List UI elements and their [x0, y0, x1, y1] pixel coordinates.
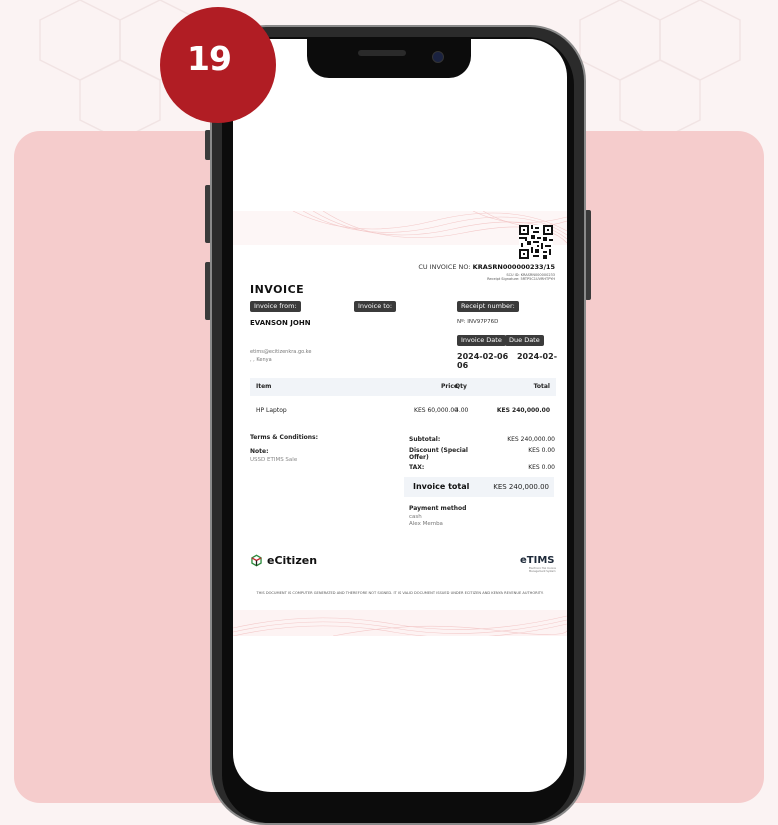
camera-icon: [432, 51, 444, 63]
invoice-date-tag: Invoice Date: [457, 335, 506, 346]
invoice-to-tag: Invoice to:: [354, 301, 397, 312]
invoice-from-tag: Invoice from:: [250, 301, 301, 312]
subtotal-label: Subtotal:: [409, 436, 441, 443]
payer-name: Alex Memba: [409, 521, 443, 527]
discount-value: KES 0.00: [528, 447, 555, 454]
subtotal-value: KES 240,000.00: [507, 436, 555, 443]
note-value: USSD ETIMS Sale: [250, 457, 298, 463]
cu-invoice-number: CU INVOICE NO: KRASRN000000233/15: [418, 263, 555, 271]
col-qty: Qty: [455, 383, 467, 390]
ecitizen-logo-icon: [251, 554, 262, 567]
payment-method-value: cash: [409, 514, 422, 520]
table-row: HP Laptop KES 60,000.00 4.00 KES 240,000…: [250, 402, 556, 418]
from-location: , , Kenya: [250, 357, 272, 363]
note-label: Note:: [250, 448, 269, 455]
scu-info: SCU ID: KRASRN000000233 Receipt Signatur…: [487, 273, 555, 281]
items-table-header: Item Price Qty Total: [250, 378, 556, 396]
cu-invoice-label: CU INVOICE NO:: [418, 263, 471, 271]
col-item: Item: [256, 383, 272, 390]
cu-invoice-value: KRASRN000000233/15: [472, 263, 555, 271]
terms-label: Terms & Conditions:: [250, 434, 318, 441]
invoice-title: INVOICE: [250, 283, 305, 296]
phone-notch: [307, 37, 471, 78]
items-table: Item Price Qty Total HP Laptop KES 60,00…: [250, 378, 556, 423]
row-item: HP Laptop: [256, 407, 287, 414]
tax-value: KES 0.00: [528, 464, 555, 471]
discount-label: Discount (Special Offer): [409, 447, 468, 461]
tax-label: TAX:: [409, 464, 425, 471]
receipt-number-tag: Receipt number:: [457, 301, 519, 312]
invoice-date-value: 2024-02-06: [457, 352, 509, 361]
row-price: KES 60,000.00: [414, 407, 458, 414]
step-badge: 19: [160, 7, 276, 123]
speaker-grille: [358, 50, 406, 56]
invoice-from-contact: etims@ecitizenkra.go.ke , , Kenya: [250, 348, 311, 364]
col-total: Total: [533, 383, 550, 390]
step-number: 19: [187, 38, 232, 78]
from-email: etims@ecitizenkra.go.ke: [250, 349, 312, 355]
row-total: KES 240,000.00: [496, 407, 550, 414]
etims-subtitle: Electronic Tax Invoice Management System: [529, 567, 556, 573]
invoice-from-name: EVANSON JOHN: [250, 319, 311, 327]
invoice-document[interactable]: CU INVOICE NO: KRASRN000000233/15 SCU ID…: [233, 211, 567, 636]
payment-method-label: Payment method: [409, 505, 467, 512]
payment-method-details: cash Alex Memba: [409, 514, 443, 528]
invoice-dates: 2024-02-06 2024-02-06: [457, 352, 567, 370]
invoice-total-box: Invoice total KES 240,000.00: [404, 477, 554, 497]
bottom-wave-decoration: [233, 610, 567, 636]
ecitizen-label: eCitizen: [267, 554, 318, 567]
due-date-tag: Due Date: [505, 335, 544, 346]
footer-disclaimer: THIS DOCUMENT IS COMPUTER GENERATED AND …: [256, 591, 544, 595]
invoice-total-value: KES 240,000.00: [493, 483, 549, 491]
qr-code-icon: [519, 225, 553, 259]
row-qty: 4.00: [455, 407, 469, 414]
invoice-total-label: Invoice total: [413, 482, 470, 491]
receipt-signature: Receipt Signature: 5RTP5C1UVRHTPYH: [487, 277, 555, 281]
etims-label: eTIMS: [520, 555, 555, 566]
receipt-number-value: Nº: INV97P76D: [457, 319, 499, 325]
top-wave-decoration: [233, 211, 567, 245]
ecitizen-brand: eCitizen: [250, 554, 317, 567]
